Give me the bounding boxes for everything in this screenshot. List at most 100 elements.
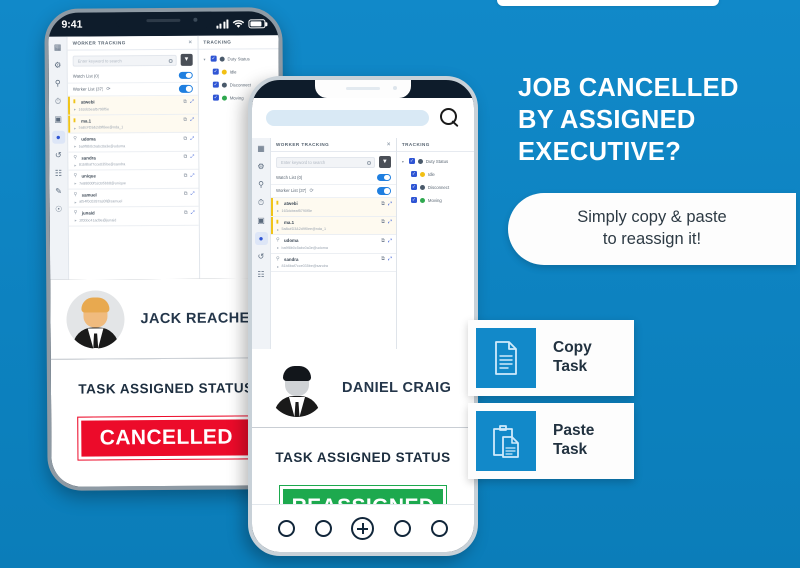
worker-list-row[interactable]: Worker List (37) ⟳ <box>67 82 198 97</box>
worker-list[interactable]: ▮ atwebi ⧉ ⤢ ▸ 163dcbeaf5790f5e ▮ ma.1 ⧉ ⤢ ▸ 5a8c#D… <box>67 95 199 280</box>
worker-list[interactable]: ▮ atwebi ⧉ ⤢ ▸ 163dcbeaf5790f5e ▮ ma.1 ⧉ ⤢ ▸ 5a8c#D… <box>271 198 396 349</box>
chevron-down-icon[interactable]: ▾ <box>204 56 208 61</box>
list-item[interactable]: ⚲ sandra ⧉ ⤢ ▸ 81b8baf7cce035be@sandra <box>68 151 199 171</box>
circle-icon[interactable] <box>431 520 449 537</box>
track-icon[interactable]: ⤢ <box>191 209 195 215</box>
copy-icon[interactable]: ⧉ <box>381 219 385 225</box>
report-icon[interactable]: ▣ <box>52 113 65 126</box>
search-icon[interactable]: ⚲ <box>51 77 64 90</box>
close-icon[interactable]: × <box>387 142 391 148</box>
settings-gear-icon[interactable]: ⚙ <box>255 160 268 173</box>
refresh-icon[interactable]: ⟳ <box>309 188 313 194</box>
worker-actions[interactable]: ⧉ ⤢ <box>381 238 392 244</box>
list-item[interactable]: ▮ ma.1 ⧉ ⤢ ▸ 5a8c#D3&2d9f0ee@nda_1 <box>271 216 396 235</box>
history-icon[interactable]: ↺ <box>52 149 65 162</box>
list-item[interactable]: ▮ atwebi ⧉ ⤢ ▸ 163dcbeaf5790f5e <box>67 95 198 116</box>
chevron-down-icon[interactable]: ▾ <box>402 159 406 164</box>
search-icon[interactable]: ⚲ <box>255 178 268 191</box>
copy-icon[interactable]: ⧉ <box>184 172 188 178</box>
worker-list-toggle[interactable] <box>376 187 391 195</box>
tree-node[interactable]: ✓ Idle <box>402 171 469 177</box>
tree-node[interactable]: ✓ Moving <box>402 197 469 203</box>
list-item[interactable]: ⚲ sandra ⧉ ⤢ ▸ 81b8baf7cce035be@sandra <box>271 254 396 272</box>
worker-actions[interactable]: ⧉ ⤢ <box>184 172 195 178</box>
worker-list-row[interactable]: Worker List (37) ⟳ <box>271 185 396 198</box>
worker-actions[interactable]: ⧉ ⤢ <box>183 135 194 141</box>
copy-icon[interactable]: ⧉ <box>183 98 187 104</box>
worker-actions[interactable]: ⧉ ⤢ <box>381 201 392 207</box>
profile-icon[interactable]: ☉ <box>52 203 65 216</box>
copy-icon[interactable]: ⧉ <box>381 201 385 207</box>
search-icon[interactable] <box>440 108 460 128</box>
report-icon[interactable]: ▣ <box>255 214 268 227</box>
expand-caret-icon[interactable]: ▸ <box>277 208 279 213</box>
checkbox[interactable]: ✓ <box>210 55 217 62</box>
settings-gear-icon[interactable]: ⚙ <box>51 59 64 72</box>
copy-icon[interactable]: ⧉ <box>184 191 188 197</box>
back-phone-sidebar-rail[interactable]: ▦ ⚙ ⚲ ⏱ ▣ ● ↺ ☷ ✎ ☉ <box>48 36 70 280</box>
circle-icon[interactable] <box>277 520 295 537</box>
tree-node[interactable]: ▾ ✓ Duty Status <box>402 158 469 164</box>
filter-funnel-icon[interactable]: ▼ <box>180 53 193 66</box>
track-icon[interactable]: ⤢ <box>190 117 194 123</box>
expand-caret-icon[interactable]: ▸ <box>74 162 76 167</box>
checkbox[interactable]: ✓ <box>410 197 417 203</box>
edit-icon[interactable]: ✎ <box>52 185 65 198</box>
copy-icon[interactable]: ⧉ <box>184 209 188 215</box>
expand-caret-icon[interactable]: ▸ <box>74 125 76 130</box>
expand-caret-icon[interactable]: ▸ <box>74 144 76 149</box>
tree-node[interactable]: ✓ Idle <box>204 68 274 75</box>
track-icon[interactable]: ⤢ <box>388 256 392 262</box>
expand-caret-icon[interactable]: ▸ <box>74 107 76 112</box>
list-item[interactable]: ▮ atwebi ⧉ ⤢ ▸ 163dcbeaf5790f5e <box>271 198 396 217</box>
expand-caret-icon[interactable]: ▸ <box>75 181 77 186</box>
bottom-nav-bar[interactable] <box>252 504 474 552</box>
worker-search-input[interactable]: Enter keyword to search <box>72 54 177 67</box>
plus-circle-icon[interactable] <box>351 517 375 540</box>
list-item[interactable]: ⚲ udoma ⧉ ⤢ ▸ ba9f8b0c5abc0a3e@udoma <box>271 235 396 254</box>
worker-actions[interactable]: ⧉ ⤢ <box>381 256 392 262</box>
history-icon[interactable]: ↺ <box>255 250 268 263</box>
copy-icon[interactable]: ⧉ <box>381 238 385 244</box>
expand-caret-icon[interactable]: ▸ <box>277 264 279 269</box>
copy-task-card[interactable]: Copy Task <box>468 320 634 396</box>
dashboard-icon[interactable]: ▦ <box>255 142 268 155</box>
list-item[interactable]: ⚲ junaid ⧉ ⤢ ▸ 2f0bbc41ad9e@junaid <box>68 206 199 227</box>
paste-task-card[interactable]: Paste Task <box>468 403 634 479</box>
list-item[interactable]: ▮ ma.1 ⧉ ⤢ ▸ 5a8c#D3&2d9f0ee@nda_1 <box>68 114 199 134</box>
watch-list-toggle[interactable] <box>178 71 193 79</box>
close-icon[interactable]: × <box>188 39 192 45</box>
worker-list-toggle[interactable] <box>178 84 193 93</box>
checkbox[interactable]: ✓ <box>408 158 415 164</box>
watch-list-toggle[interactable] <box>376 173 391 181</box>
expand-caret-icon[interactable]: ▸ <box>75 218 77 223</box>
track-icon[interactable]: ⤢ <box>190 191 194 197</box>
watch-list-row[interactable]: Watch List (0) <box>271 171 396 185</box>
list-item[interactable]: ⚲ samuel ⧉ ⤢ ▸ af54f0c0287a30f@samuel <box>68 188 199 208</box>
expand-caret-icon[interactable]: ▸ <box>277 245 279 250</box>
location-pin-icon[interactable]: ● <box>51 130 65 144</box>
clock-icon[interactable]: ⏱ <box>255 196 268 209</box>
clock-icon[interactable]: ⏱ <box>51 95 64 108</box>
watch-list-row[interactable]: Watch List (0) <box>67 68 198 84</box>
location-pin-icon[interactable]: ● <box>254 232 268 245</box>
tree-node[interactable]: ▾ ✓ Duty Status <box>204 55 274 62</box>
expand-caret-icon[interactable]: ▸ <box>75 199 77 204</box>
expand-caret-icon[interactable]: ▸ <box>277 227 279 232</box>
track-icon[interactable]: ⤢ <box>388 201 392 207</box>
front-phone-sidebar-rail[interactable]: ▦ ⚙ ⚲ ⏱ ▣ ● ↺ ☷ <box>252 138 271 349</box>
list-item[interactable]: ⚲ unique ⧉ ⤢ ▸ 7e88000f52cB5bb8@unique <box>68 169 199 190</box>
checkbox[interactable]: ✓ <box>212 81 219 88</box>
checkbox[interactable]: ✓ <box>212 94 219 101</box>
track-icon[interactable]: ⤢ <box>190 172 194 178</box>
team-icon[interactable]: ☷ <box>255 268 268 281</box>
track-icon[interactable]: ⤢ <box>190 98 194 104</box>
worker-actions[interactable]: ⧉ ⤢ <box>184 209 195 215</box>
copy-icon[interactable]: ⧉ <box>381 256 385 262</box>
checkbox[interactable]: ✓ <box>410 171 417 177</box>
circle-icon[interactable] <box>394 520 412 537</box>
tree-node[interactable]: ✓ Disconnect <box>402 184 469 190</box>
track-icon[interactable]: ⤢ <box>190 154 194 160</box>
copy-icon[interactable]: ⧉ <box>184 154 188 160</box>
refresh-icon[interactable]: ⟳ <box>106 86 110 92</box>
